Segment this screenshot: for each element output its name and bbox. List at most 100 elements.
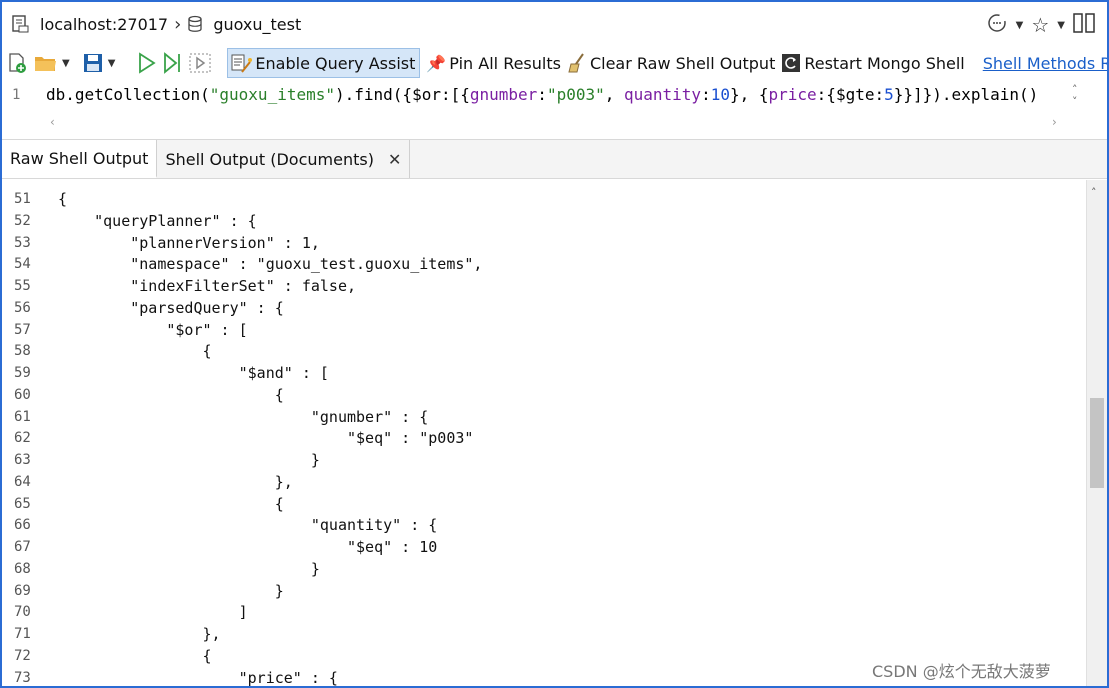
- scrollbar-thumb[interactable]: [1090, 398, 1104, 488]
- watermark: CSDN @炫个无敌大菠萝: [872, 662, 1051, 681]
- output-line: 53 "plannerVersion" : 1,: [2, 232, 1082, 254]
- tab-shell-output-documents[interactable]: Shell Output (Documents) ✕: [157, 140, 411, 178]
- output-line: 70 ]: [2, 601, 1082, 623]
- output-line-number: 52: [14, 212, 31, 229]
- history-icon[interactable]: [986, 12, 1008, 38]
- toolbar: ▼ ▼ Enable Query Assist 📌 Pin All Result…: [2, 46, 1107, 80]
- output-line-number: 53: [14, 234, 31, 251]
- chevron-down-icon[interactable]: ▼: [1016, 20, 1024, 31]
- output-line-text: "plannerVersion" : 1,: [58, 233, 320, 252]
- breadcrumb-server[interactable]: localhost:27017: [40, 15, 168, 34]
- output-line: 60 {: [2, 384, 1082, 406]
- output-line-text: "$eq" : "p003": [58, 429, 474, 448]
- server-icon: [10, 14, 30, 34]
- raw-shell-output-pane[interactable]: 51{52 "queryPlanner" : {53 "plannerVersi…: [2, 180, 1107, 686]
- split-view-icon[interactable]: [1073, 13, 1095, 37]
- output-scrollbar[interactable]: ˄: [1086, 180, 1107, 686]
- shell-methods-reference-link[interactable]: Shell Methods Refe: [983, 54, 1107, 73]
- output-line: 63 }: [2, 449, 1082, 471]
- output-line-number: 68: [14, 560, 31, 577]
- output-line: 54 "namespace" : "guoxu_test.guoxu_items…: [2, 253, 1082, 275]
- output-line: 58 {: [2, 340, 1082, 362]
- output-line-text: }: [58, 581, 284, 600]
- output-line-text: ]: [58, 603, 248, 622]
- output-line-text: "namespace" : "guoxu_test.guoxu_items",: [58, 255, 483, 274]
- output-line: 68 }: [2, 558, 1082, 580]
- editor-code-line[interactable]: db.getCollection("guoxu_items").find({$o…: [46, 85, 1038, 104]
- output-line-number: 60: [14, 386, 31, 403]
- scroll-left-icon[interactable]: ‹: [50, 115, 55, 129]
- run-button[interactable]: [137, 52, 157, 74]
- output-line: 56 "parsedQuery" : {: [2, 297, 1082, 319]
- chevron-right-icon: ›: [174, 13, 182, 35]
- star-icon[interactable]: ☆: [1031, 13, 1049, 37]
- output-line-text: "$and" : [: [58, 364, 329, 382]
- pin-all-results-button[interactable]: 📌 Pin All Results: [426, 54, 561, 73]
- clear-raw-shell-output-button[interactable]: Clear Raw Shell Output: [567, 52, 775, 74]
- output-line-text: "quantity" : {: [58, 516, 438, 535]
- enable-query-assist-button[interactable]: Enable Query Assist: [227, 48, 421, 78]
- new-script-button[interactable]: [6, 52, 28, 74]
- output-line: 66 "quantity" : {: [2, 514, 1082, 536]
- output-line: 57 "$or" : [: [2, 319, 1082, 341]
- output-line-text: {: [58, 646, 212, 665]
- breadcrumb-database[interactable]: guoxu_test: [213, 15, 301, 34]
- close-icon[interactable]: ✕: [388, 150, 401, 169]
- output-line: 52 "queryPlanner" : {: [2, 210, 1082, 232]
- output-line-number: 71: [14, 626, 31, 642]
- output-line-text: {: [58, 494, 284, 513]
- run-selection-button[interactable]: [189, 52, 211, 74]
- output-line: 65 {: [2, 493, 1082, 515]
- output-line-text: "$eq" : 10: [58, 538, 438, 556]
- output-line: 71 },: [2, 623, 1082, 645]
- clear-raw-shell-output-label: Clear Raw Shell Output: [589, 53, 776, 73]
- broom-icon: [568, 53, 584, 73]
- save-button[interactable]: ▼: [82, 52, 116, 74]
- scroll-right-icon[interactable]: ›: [1052, 115, 1057, 129]
- output-line-number: 66: [14, 517, 31, 534]
- breadcrumb: localhost:27017 › guoxu_test ▼ ☆ ▼: [2, 2, 1107, 46]
- query-editor[interactable]: 1 db.getCollection("guoxu_items").find({…: [2, 82, 1107, 132]
- output-line-number: 65: [14, 495, 31, 512]
- output-tabs: Raw Shell Output Shell Output (Documents…: [2, 139, 1107, 179]
- run-line-button[interactable]: [163, 52, 183, 74]
- chevron-down-icon[interactable]: ▼: [1057, 20, 1065, 31]
- output-line-number: 59: [14, 365, 31, 381]
- editor-line-number: 1: [12, 87, 21, 103]
- output-line-text: "price" : {: [58, 668, 338, 687]
- output-line-text: "queryPlanner" : {: [58, 211, 257, 230]
- restart-icon: [782, 54, 801, 72]
- restart-mongo-shell-button[interactable]: Restart Mongo Shell: [781, 52, 965, 74]
- output-line-number: 54: [14, 256, 31, 273]
- output-line-text: {: [58, 342, 212, 361]
- output-line-number: 63: [14, 452, 31, 468]
- output-line-text: {: [58, 385, 284, 404]
- output-line: 59 "$and" : [: [2, 362, 1082, 384]
- output-line-text: },: [58, 472, 293, 491]
- tab-raw-shell-output[interactable]: Raw Shell Output: [2, 140, 158, 178]
- output-line-number: 61: [14, 408, 31, 425]
- output-line: 62 "$eq" : "p003": [2, 427, 1082, 449]
- enable-query-assist-label: Enable Query Assist: [255, 53, 416, 73]
- output-line-number: 73: [14, 669, 31, 686]
- chevron-down-icon[interactable]: ▼: [62, 58, 70, 69]
- open-folder-button[interactable]: ▼: [34, 52, 70, 74]
- output-line: 69 }: [2, 580, 1082, 602]
- output-line: 64 },: [2, 471, 1082, 493]
- scroll-up-icon[interactable]: ˄: [1091, 186, 1097, 199]
- chevron-down-icon[interactable]: ▼: [108, 58, 116, 69]
- output-line-text: "$or" : [: [58, 320, 248, 339]
- pin-icon: 📌: [426, 53, 447, 73]
- output-line-text: }: [58, 451, 320, 469]
- output-line-number: 58: [14, 343, 31, 360]
- output-line-text: },: [58, 625, 221, 643]
- output-line-text: "gnumber" : {: [58, 407, 429, 426]
- output-line-number: 56: [14, 299, 31, 316]
- query-assist-icon: [231, 54, 253, 73]
- output-line-number: 72: [14, 647, 31, 664]
- output-line-text: "indexFilterSet" : false,: [58, 277, 357, 295]
- output-line: 67 "$eq" : 10: [2, 536, 1082, 558]
- output-line-text: {: [58, 190, 68, 208]
- output-line-number: 57: [14, 321, 31, 338]
- editor-vertical-scroll[interactable]: ˄ ˅: [1072, 84, 1078, 108]
